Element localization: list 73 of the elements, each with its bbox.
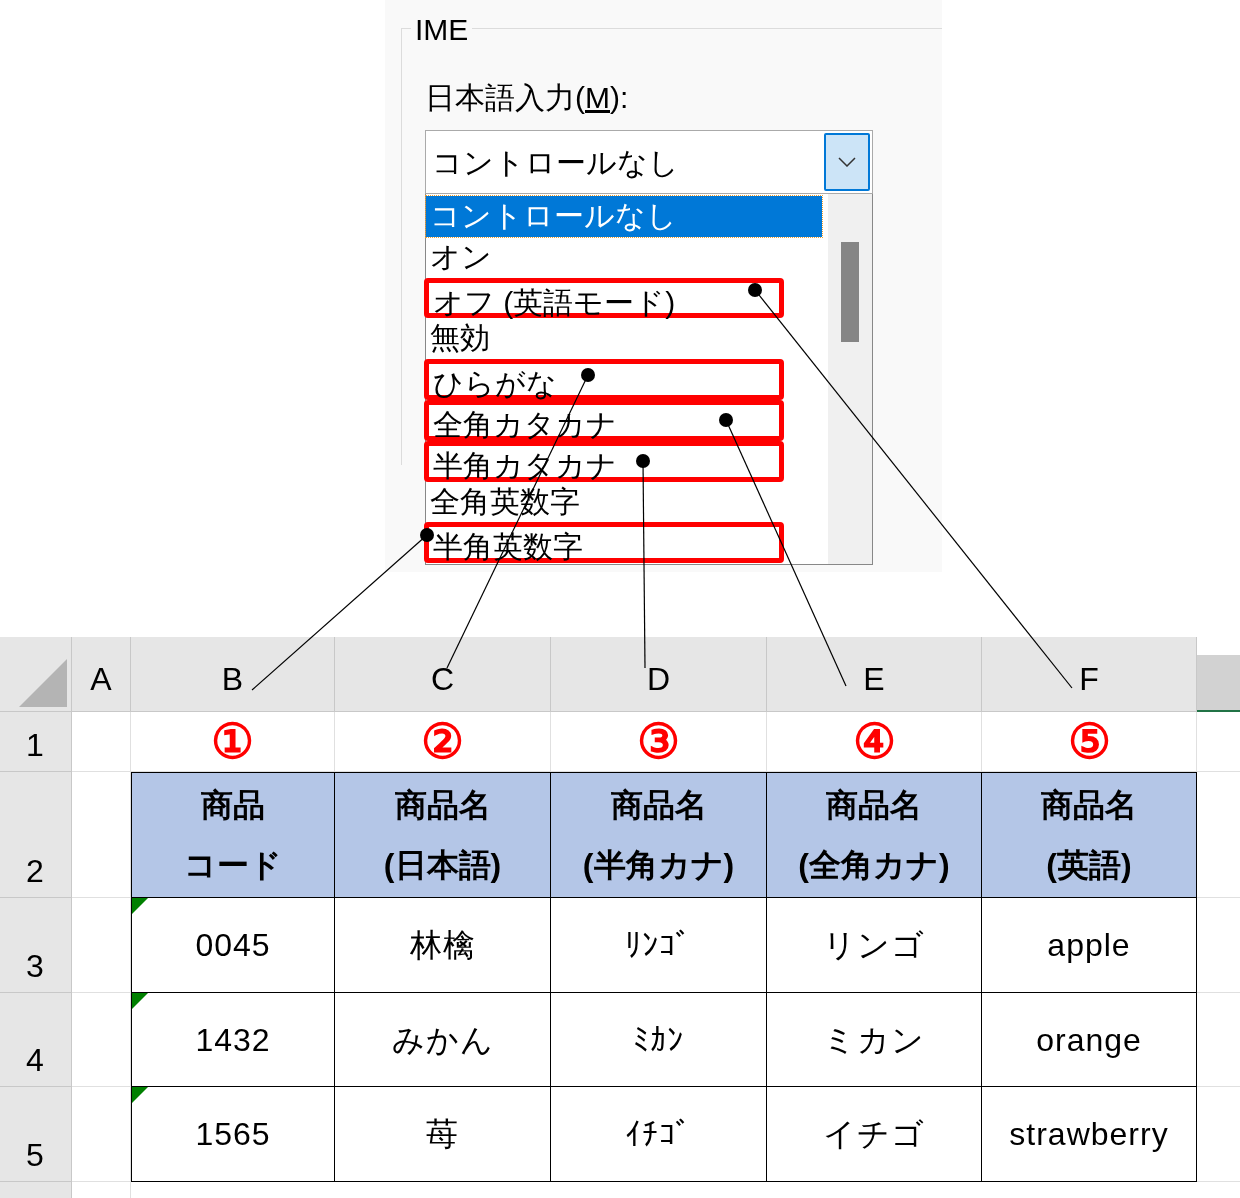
dropdown-option[interactable]: オン — [426, 236, 828, 278]
column-header[interactable]: B — [131, 637, 335, 712]
row-header[interactable]: 3 — [0, 898, 72, 993]
cell[interactable]: みかん — [335, 993, 551, 1087]
cell[interactable]: ﾐｶﾝ — [551, 993, 767, 1087]
cell-text: みかん — [391, 1020, 494, 1060]
column-header[interactable]: D — [551, 637, 767, 712]
cell[interactable]: 1432 — [131, 993, 335, 1087]
cell[interactable]: apple — [982, 898, 1197, 993]
header-text: (半角カナ) — [582, 846, 735, 885]
header-cell[interactable]: 商品名 (日本語) — [335, 772, 551, 898]
row-header[interactable] — [0, 1182, 72, 1198]
cell[interactable] — [72, 993, 131, 1087]
cell[interactable]: 1565 — [131, 1087, 335, 1182]
header-text: 商品名 — [394, 786, 491, 825]
cell[interactable]: 0045 — [131, 898, 335, 993]
field-label: 日本語入力(M): — [425, 81, 629, 114]
cell[interactable]: orange — [982, 993, 1197, 1087]
column-header[interactable] — [1197, 655, 1240, 712]
cell-text: ｲﾁｺﾞ — [625, 1115, 692, 1154]
cell-text: ﾐｶﾝ — [633, 1020, 684, 1060]
triangle-icon[interactable] — [19, 659, 67, 707]
header-text: 商品名 — [1041, 786, 1137, 825]
header-text: (英語) — [1046, 846, 1132, 885]
select-all-corner[interactable] — [0, 637, 72, 712]
row-header[interactable]: 4 — [0, 993, 72, 1087]
cell-text: apple — [1047, 926, 1131, 965]
dropdown-field[interactable]: コントロールなし — [425, 130, 873, 194]
cell[interactable]: ｲﾁｺﾞ — [551, 1087, 767, 1182]
header-text: 商品 — [201, 786, 265, 825]
scrollbar[interactable] — [828, 194, 872, 564]
header-cell[interactable]: 商品名 (英語) — [982, 772, 1197, 898]
cell-text: 林檎 — [409, 926, 476, 965]
dropdown-option[interactable]: ひらがな — [424, 359, 784, 400]
header-cell[interactable]: 商品 コード — [131, 772, 335, 898]
cell-text: 1565 — [195, 1115, 271, 1154]
cell-text: 苺 — [426, 1115, 459, 1154]
header-text: コード — [184, 846, 282, 885]
cell-text: イチゴ — [823, 1115, 925, 1154]
dropdown-option[interactable]: オフ (英語モード) — [424, 277, 784, 319]
cell-text: リンゴ — [823, 926, 925, 965]
column-header[interactable]: E — [767, 637, 982, 712]
header-text: 商品名 — [610, 786, 707, 825]
header-text: (全角カナ) — [798, 846, 950, 885]
dropdown-option[interactable]: コントロールなし — [426, 196, 822, 237]
row-header[interactable]: 1 — [0, 712, 72, 772]
header-cell[interactable]: 商品名 (半角カナ) — [551, 772, 767, 898]
cell-text: orange — [1036, 1020, 1142, 1060]
cell[interactable] — [72, 898, 131, 993]
row-header[interactable]: 5 — [0, 1087, 72, 1182]
cell-text: strawberry — [1009, 1115, 1169, 1154]
header-text: (日本語) — [383, 846, 502, 885]
cell[interactable] — [72, 712, 131, 772]
cell[interactable]: ミカン — [767, 993, 982, 1087]
cell[interactable]: リンゴ — [767, 898, 982, 993]
header-cell[interactable]: 商品名 (全角カナ) — [767, 772, 982, 898]
cell-text: ﾘﾝｺﾞ — [625, 926, 692, 965]
cell-text: 1432 — [195, 1020, 271, 1060]
cell[interactable] — [72, 1087, 131, 1182]
column-header[interactable]: F — [982, 637, 1197, 712]
cell[interactable]: イチゴ — [767, 1087, 982, 1182]
cell-text: 0045 — [195, 926, 271, 965]
header-text: 商品名 — [826, 786, 922, 825]
dropdown-option[interactable]: 無効 — [426, 318, 828, 360]
column-header[interactable]: C — [335, 637, 551, 712]
cell-text: ミカン — [823, 1020, 925, 1060]
row-header[interactable]: 2 — [0, 772, 72, 898]
cell[interactable]: ﾘﾝｺﾞ — [551, 898, 767, 993]
chevron-down-icon[interactable] — [824, 133, 870, 191]
cell[interactable]: 林檎 — [335, 898, 551, 993]
cell[interactable]: 苺 — [335, 1087, 551, 1182]
column-header[interactable]: A — [72, 637, 131, 712]
cell[interactable]: strawberry — [982, 1087, 1197, 1182]
